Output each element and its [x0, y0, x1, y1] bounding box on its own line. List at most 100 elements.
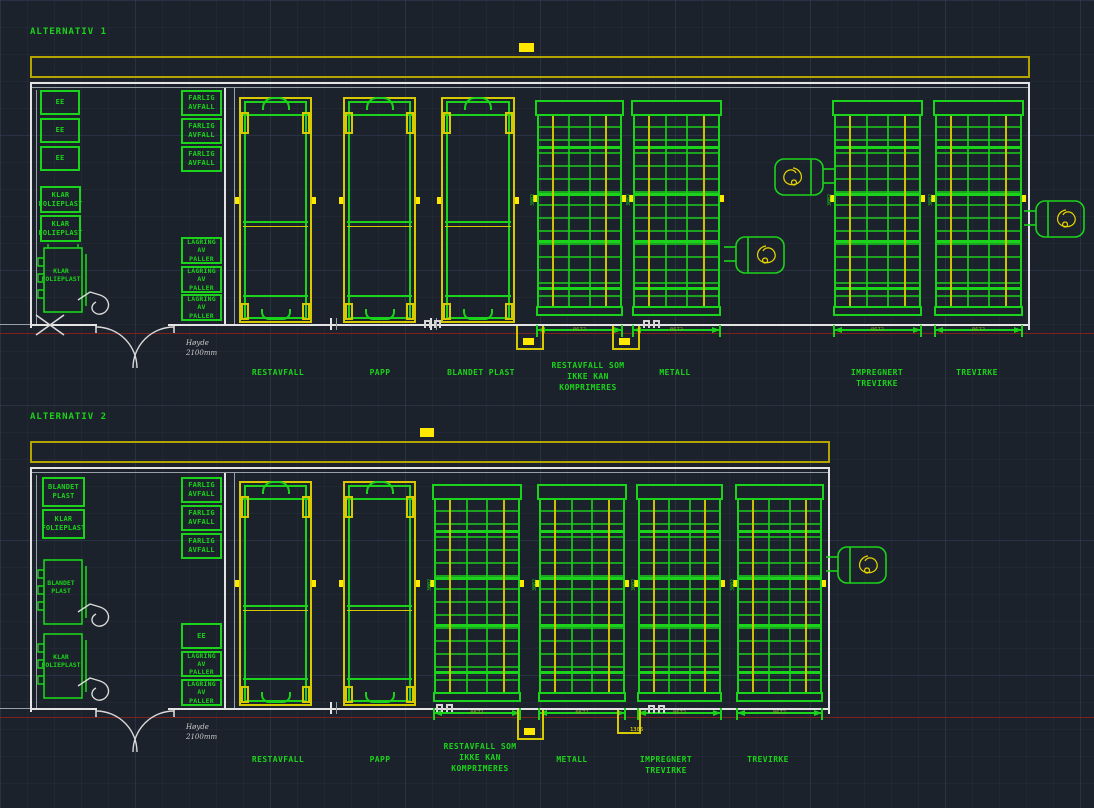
open-container — [239, 481, 312, 706]
column-marker — [648, 705, 665, 713]
container-mid-rail — [347, 221, 412, 227]
pit-fill — [619, 338, 630, 345]
width-dimension: 0672 — [537, 329, 622, 331]
column-marker — [436, 704, 453, 712]
alt2-top-wall — [30, 467, 830, 469]
cage-cap — [832, 100, 923, 116]
storage-box: KLAR FOLIEPLAST — [40, 186, 81, 213]
alt1-roof-band — [30, 56, 1030, 78]
storage-box: LAGRING AV PALLER — [181, 237, 222, 264]
container-foot — [261, 692, 291, 703]
storage-box: FARLIG AVFALL — [181, 477, 222, 503]
cage-post — [849, 102, 851, 314]
cage-post — [665, 102, 667, 314]
dim-tick — [833, 325, 835, 337]
storage-box: FARLIG AVFALL — [181, 533, 222, 559]
dim-tick — [920, 325, 922, 337]
column-square — [658, 705, 665, 713]
storage-box: LAGRING AV PALLER — [181, 294, 222, 321]
storage-box-label: EE — [197, 632, 206, 641]
compactor-outline-icon — [34, 556, 118, 636]
cage-post — [689, 486, 691, 700]
container-inner-frame — [244, 101, 307, 319]
cage-post — [866, 102, 868, 314]
corner-post — [345, 496, 353, 518]
side-nub — [625, 580, 629, 587]
cage-post — [591, 486, 593, 700]
cage-post — [653, 486, 655, 700]
side-nub — [921, 195, 925, 202]
corner-post — [345, 686, 353, 703]
corner-post — [443, 112, 451, 134]
alt1-bottom-wall-right — [168, 324, 1030, 326]
storage-box-label: KLAR FOLIEPLAST — [38, 191, 82, 209]
side-nub — [721, 580, 725, 587]
alt1-wall-tick — [336, 318, 337, 330]
cage-post — [449, 486, 451, 700]
cad-drawing-canvas[interactable]: ALTERNATIV 1 EE EE EE KLAR FOLIEPLAST KL… — [0, 0, 1094, 808]
corner-post — [302, 112, 310, 134]
cage-post — [805, 486, 807, 700]
width-dimension: 0672 — [434, 712, 520, 714]
corner-post — [345, 303, 353, 320]
side-nub — [437, 197, 441, 204]
column-square — [648, 705, 655, 713]
container-handle — [366, 481, 394, 494]
storage-box-label: FARLIG AVFALL — [184, 122, 219, 140]
cage-cap — [631, 100, 722, 116]
container-foot — [365, 309, 395, 320]
alt1-title: ALTERNATIV 1 — [30, 27, 107, 37]
cage-post — [589, 102, 591, 314]
height-dimension: 3002 — [631, 579, 637, 591]
dim-text: 0672 — [573, 328, 586, 334]
cage-post — [571, 486, 573, 700]
corner-post — [443, 303, 451, 320]
cage-post — [988, 102, 990, 314]
cage-base — [433, 692, 521, 702]
width-dimension: 0672 — [539, 712, 625, 714]
compactor-motor-icon — [826, 544, 888, 586]
cage-base — [632, 306, 721, 316]
storage-box-label: BLANDET PLAST — [45, 483, 82, 501]
alt2-partition-wall — [224, 473, 226, 708]
storage-box-label: EE — [56, 126, 65, 135]
container-bottom-rail — [445, 295, 511, 297]
side-nub — [520, 580, 524, 587]
bay-label: TREVIRKE — [942, 368, 1012, 379]
alt2-wall-tick — [330, 702, 332, 714]
column-square — [436, 704, 443, 712]
storage-box: FARLIG AVFALL — [181, 90, 222, 116]
dim-tick — [736, 708, 738, 720]
compactor-label: KLAR FOLIEPLAST — [38, 268, 84, 284]
cage-container: 3002 — [834, 100, 921, 316]
cage-cap — [432, 484, 522, 500]
container-top-rail — [347, 114, 412, 116]
cage-post — [552, 102, 554, 314]
alt1-wall-tick — [330, 318, 332, 330]
bay-label: TREVIRKE — [733, 755, 803, 766]
side-nub — [339, 197, 343, 204]
cage-post — [950, 102, 952, 314]
container-foot — [463, 309, 493, 320]
storage-box: KLAR FOLIEPLAST — [42, 509, 85, 539]
dim-tick — [433, 708, 435, 720]
cage-cap — [537, 484, 627, 500]
container-top-rail — [445, 114, 511, 116]
side-nub — [416, 580, 420, 587]
cage-post — [568, 102, 570, 314]
storage-box-label: FARLIG AVFALL — [184, 537, 219, 555]
dim-tick — [1021, 325, 1023, 337]
compactor-motor-icon — [1024, 198, 1086, 240]
cage-cap — [735, 484, 824, 500]
floor-pit — [517, 710, 544, 740]
open-container — [343, 481, 416, 706]
cage-base — [736, 692, 823, 702]
alt2-left-wall — [30, 467, 32, 712]
cage-post — [503, 486, 505, 700]
dim-text: 0672 — [773, 711, 786, 717]
bay-label: PAPP — [350, 368, 410, 379]
corner-post — [302, 303, 310, 320]
cage-post — [752, 486, 754, 700]
pit-dimension-text: 1306 — [630, 727, 643, 733]
storage-box: EE — [40, 118, 80, 143]
